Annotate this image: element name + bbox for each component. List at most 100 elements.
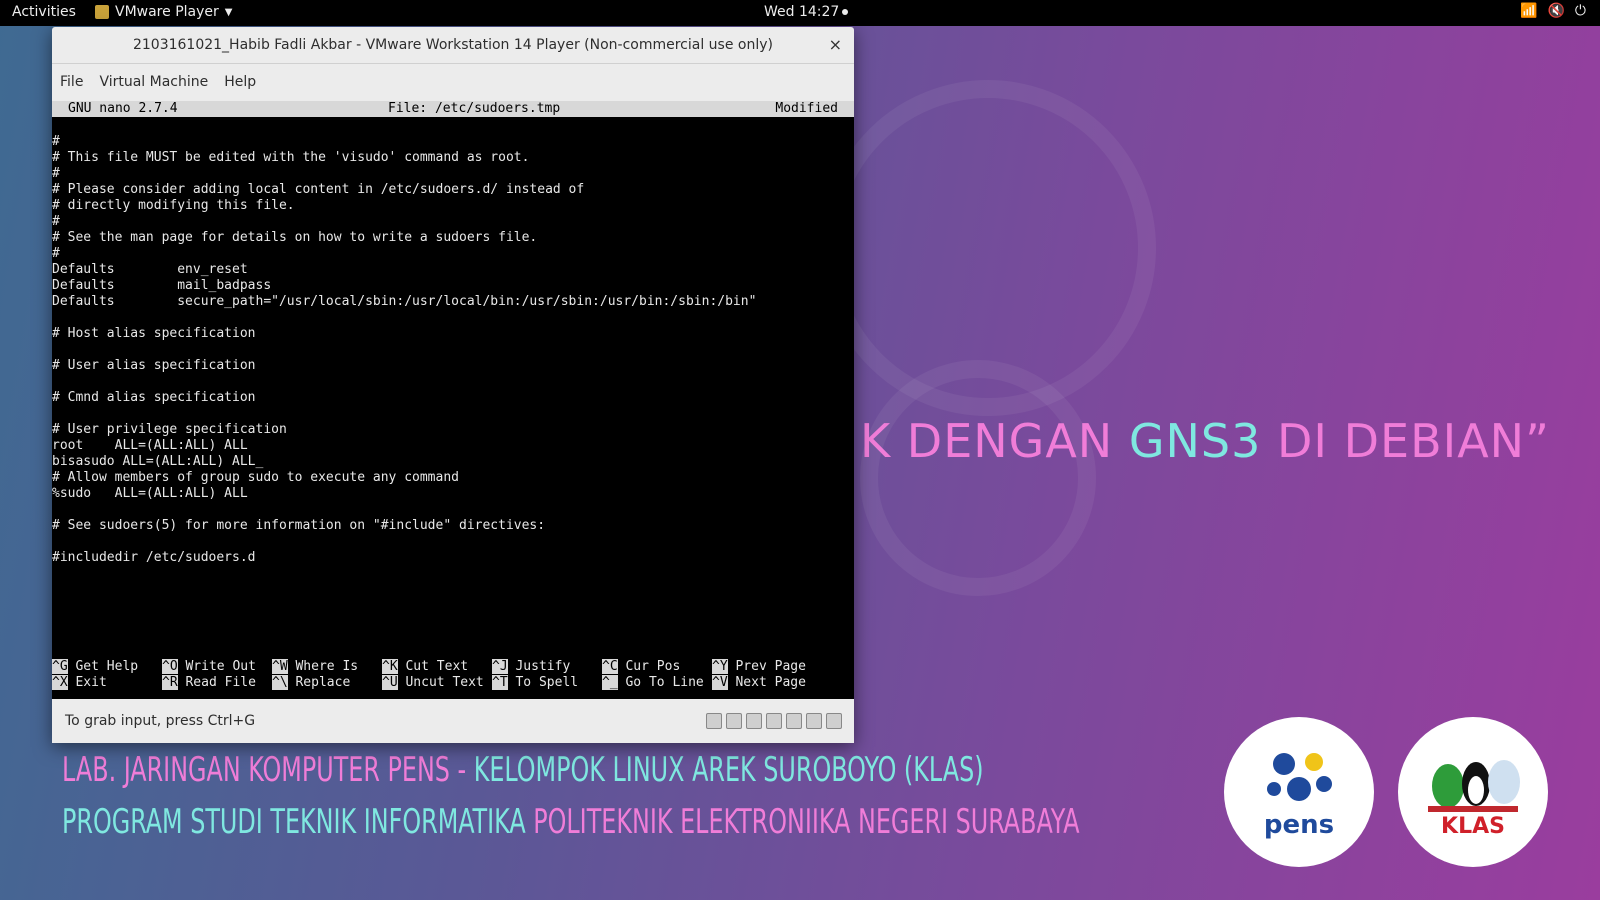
editor-line: # Cmnd alias specification [52,390,256,405]
hard-disk-icon[interactable] [706,713,722,729]
app-menu[interactable]: VMware Player ▼ [95,4,232,20]
editor-line: %sudo ALL=(ALL:ALL) ALL [52,486,248,501]
power-icon: ⏻ [1574,3,1586,19]
shortcut-key: ^G [52,659,68,674]
vmware-app-icon [95,5,109,19]
menu-file[interactable]: File [52,74,91,90]
nano-shortcut: ^T To Spell [492,675,578,691]
nano-shortcut: ^W Where Is [272,659,358,675]
editor-line: # Host alias specification [52,326,256,341]
shortcut-label: Get Help [75,659,139,674]
floppy-icon[interactable] [746,713,762,729]
footer-line2-b: POLITEKNIK ELEKTRONIIKA NEGERI SURABAYA [533,802,1080,842]
app-menu-label: VMware Player [115,4,219,20]
shortcut-label: Write Out [185,659,256,674]
nano-shortcut-row-2: ^X Exit ^R Read File ^\ Replace ^U Uncut Te… [52,675,854,691]
activities-button[interactable]: Activities [12,4,76,20]
editor-line: # directly modifying this file. [52,198,295,213]
editor-line: Defaults secure_path="/usr/local/sbin:/u… [52,294,757,309]
nano-shortcut: ^O Write Out [162,659,256,675]
network-adapter-icon[interactable] [766,713,782,729]
message-log-icon[interactable] [826,713,842,729]
system-status-area[interactable]: 📶 🔇 ⏻ [1520,3,1586,19]
window-title: 2103161021_Habib Fadli Akbar - VMware Wo… [132,37,773,53]
nano-modified-state: Modified [775,101,838,116]
nano-shortcut: ^G Get Help [52,659,138,675]
sound-card-icon[interactable] [806,713,822,729]
footer-line2-a: PROGRAM STUDI TEKNIK INFORMATIKA [62,802,534,842]
shortcut-key: ^W [272,659,288,674]
slide-title-part2: DI DEBIAN” [1261,414,1550,468]
menu-virtual-machine[interactable]: Virtual Machine [91,74,216,90]
shortcut-key: ^C [602,659,618,674]
shortcut-label: Justify [515,659,571,674]
slide-footer-line2: PROGRAM STUDI TEKNIK INFORMATIKA POLITEK… [62,802,1080,842]
pens-logo-icon [1267,753,1332,801]
window-titlebar[interactable]: 2103161021_Habib Fadli Akbar - VMware Wo… [52,27,854,64]
shortcut-label: Where Is [295,659,359,674]
nano-shortcut: ^U Uncut Text [382,675,484,691]
shortcut-key: ^V [712,675,728,690]
klas-mascots-icon [1428,759,1520,812]
footer-line1-b: KELOMPOK LINUX AREK SUROBOYO (KLAS) [473,750,984,790]
notification-dot-icon [842,9,849,15]
shortcut-label: Cut Text [405,659,469,674]
gnome-top-bar: Activities VMware Player ▼ Wed 14:27 📶 🔇… [0,0,1600,26]
editor-line: # This file MUST be edited with the 'vis… [52,150,530,165]
shortcut-key: ^U [382,675,398,690]
editor-line: # [52,166,60,181]
shortcut-label: Exit [75,675,107,690]
editor-line: # User alias specification [52,358,256,373]
editor-line: # User privilege specification [52,422,287,437]
clock[interactable]: Wed 14:27 [764,4,849,20]
shortcut-label: Prev Page [735,659,806,674]
vmware-player-window[interactable]: 2103161021_Habib Fadli Akbar - VMware Wo… [52,27,854,743]
editor-line: # [52,214,60,229]
slide-title-accent: GNS3 [1128,414,1262,468]
wifi-icon: 📶 [1520,3,1538,19]
editor-line: # [52,134,60,149]
klas-logo-text: KLAS [1441,813,1505,839]
menu-bar: File Virtual Machine Help [52,64,854,100]
nano-shortcut: ^\ Replace [272,675,350,691]
pens-logo: pens [1224,717,1374,867]
chevron-down-icon: ▼ [224,6,233,18]
editor-line: # See the man page for details on how to… [52,230,538,245]
volume-icon: 🔇 [1547,3,1565,19]
device-icons [706,713,842,729]
shortcut-key: ^X [52,675,68,690]
nano-shortcut: ^R Read File [162,675,256,691]
shortcut-label: Replace [295,675,351,690]
shortcut-label: Cur Pos [625,659,681,674]
shortcut-key: ^\ [272,675,288,690]
nano-shortcut: ^C Cur Pos [602,659,680,675]
slide-title: K DENGAN GNS3 DI DEBIAN” [860,414,1550,468]
editor-line: # Please consider adding local content i… [52,182,585,197]
nano-shortcut: ^_ Go To Line [602,675,704,691]
editor-line: root ALL=(ALL:ALL) ALL [52,438,248,453]
shortcut-key: ^_ [602,675,618,690]
cd-rom-icon[interactable] [726,713,742,729]
menu-help[interactable]: Help [216,74,264,90]
shortcut-label: To Spell [515,675,579,690]
vm-console[interactable]: GNU nano 2.7.4 File: /etc/sudoers.tmp Mo… [52,101,854,699]
slide-footer-line1: LAB. JARINGAN KOMPUTER PENS - KELOMPOK L… [62,750,984,790]
shortcut-key: ^T [492,675,508,690]
nano-shortcut: ^J Justify [492,659,570,675]
editor-line: Defaults env_reset [52,262,248,277]
editor-line: # Allow members of group sudo to execute… [52,470,459,485]
nano-editor-buffer[interactable]: # # This file MUST be edited with the 'vi… [52,134,756,566]
shortcut-key: ^O [162,659,178,674]
grab-input-hint: To grab input, press Ctrl+G [65,713,256,729]
nano-header: GNU nano 2.7.4 File: /etc/sudoers.tmp Mo… [52,101,854,117]
usb-icon[interactable] [786,713,802,729]
nano-version: GNU nano 2.7.4 [68,101,178,116]
close-icon[interactable]: × [829,35,842,54]
shortcut-label: Uncut Text [405,675,484,690]
nano-filename: File: /etc/sudoers.tmp [388,101,561,116]
